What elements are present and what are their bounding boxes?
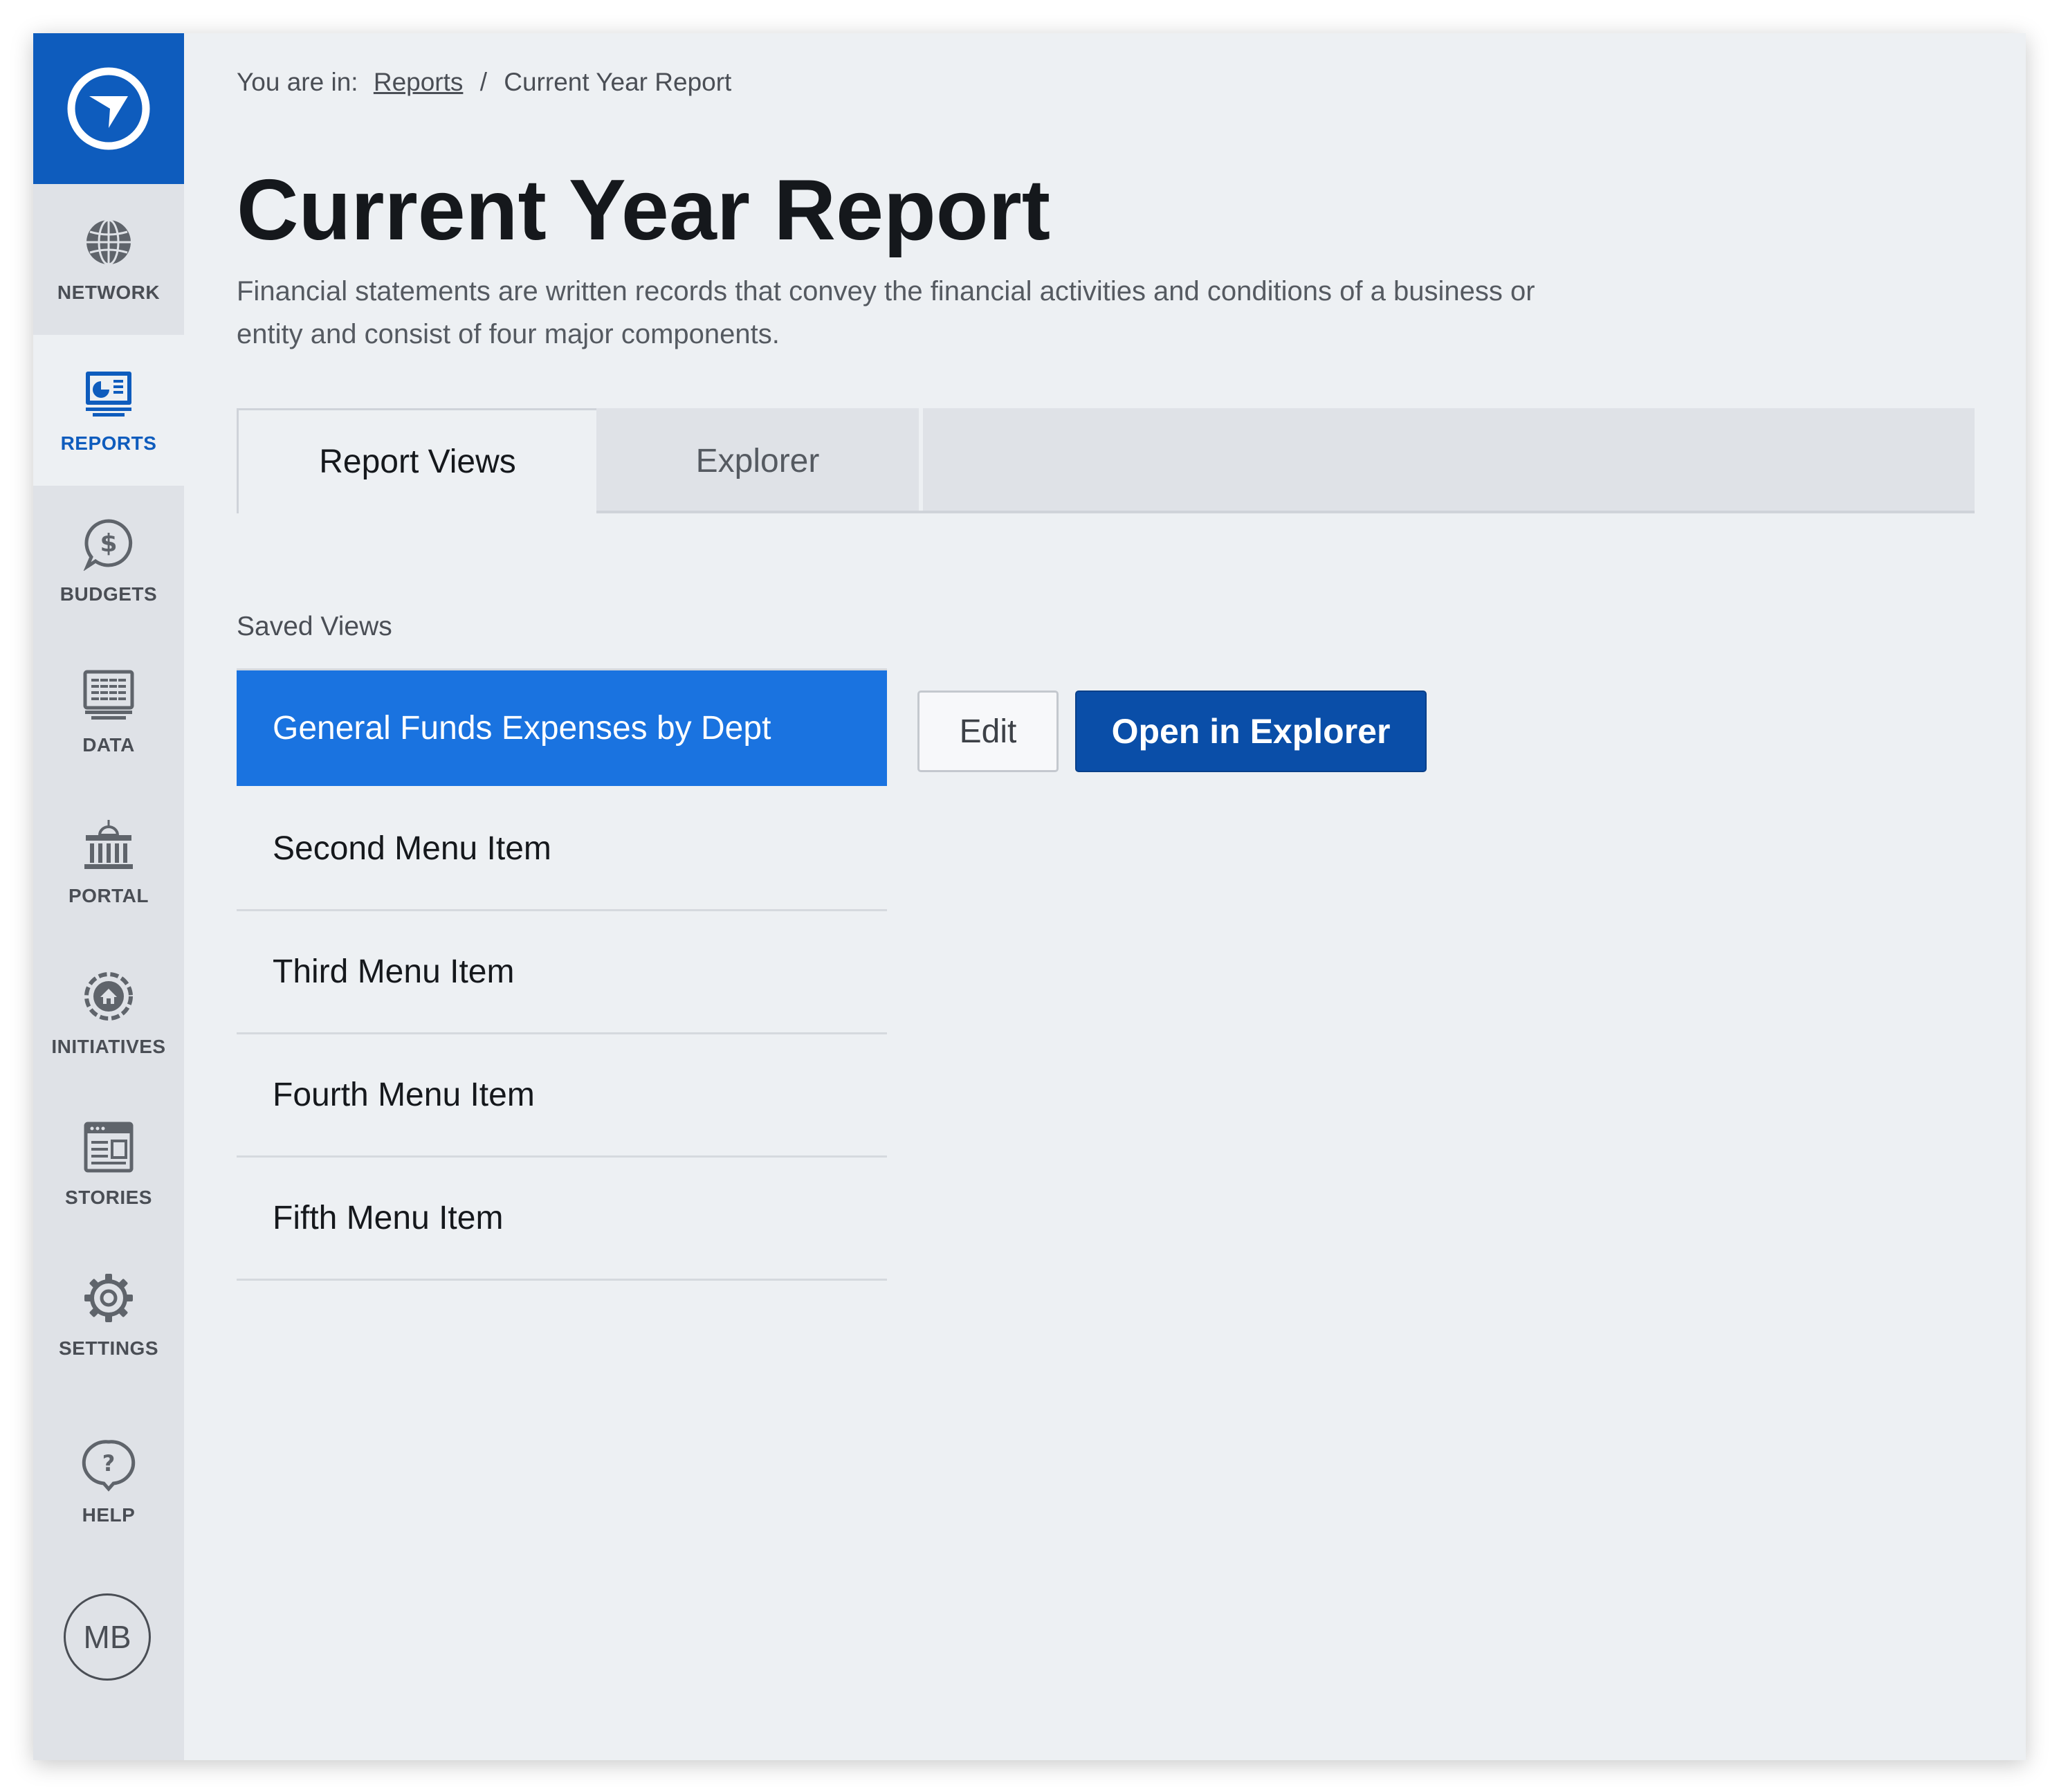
sidebar-item-network[interactable]: NETWORK [33,184,184,335]
tab-bar-divider [596,511,1975,513]
data-grid-icon [83,670,134,720]
sidebar-item-label: DATA [82,734,135,756]
breadcrumb-prefix: You are in: [237,68,358,96]
list-item[interactable]: General Funds Expenses by Dept [237,670,887,788]
report-chart-icon [86,372,131,417]
edit-button[interactable]: Edit [917,691,1059,772]
svg-text:$: $ [100,529,117,558]
user-avatar[interactable]: MB [64,1593,151,1681]
breadcrumb: You are in: Reports / Current Year Repor… [237,68,731,97]
saved-views-list: General Funds Expenses by Dept Second Me… [237,668,887,1281]
sidebar-item-help[interactable]: ? HELP [33,1407,184,1557]
sidebar-item-stories[interactable]: STORIES [33,1089,184,1240]
page-description: Financial statements are written records… [237,276,1535,349]
main-content: You are in: Reports / Current Year Repor… [237,33,2026,1760]
question-bubble-icon: ? [82,1440,136,1492]
logo-home-button[interactable] [33,33,184,184]
svg-text:?: ? [102,1450,116,1476]
sidebar-item-portal[interactable]: PORTAL [33,787,184,938]
sidebar-item-settings[interactable]: SETTINGS [33,1240,184,1391]
globe-icon [86,219,131,266]
compass-logo-icon [67,67,150,150]
sidebar-item-label: NETWORK [57,282,161,303]
sidebar-item-budgets[interactable]: $ BUDGETS [33,486,184,637]
sidebar-item-label: HELP [82,1504,136,1526]
list-item[interactable]: Second Menu Item [237,788,887,911]
saved-views-heading: Saved Views [237,612,392,641]
initiative-target-icon [84,972,133,1021]
tab-explorer[interactable]: Explorer [596,408,923,513]
sidebar-item-label: BUDGETS [60,583,158,605]
sidebar-item-label: INITIATIVES [51,1036,166,1057]
breadcrumb-current: Current Year Report [504,68,732,96]
open-in-explorer-button[interactable]: Open in Explorer [1075,691,1427,772]
sidebar-item-label: REPORTS [60,432,157,454]
tab-bar: Report Views Explorer [237,408,1975,513]
sidebar-item-data[interactable]: DATA [33,637,184,787]
story-page-icon [84,1122,134,1173]
app-window: NETWORK REPORTS $ BUDGETS DATA PORTAL IN… [33,33,2026,1760]
dollar-bubble-icon: $ [83,519,133,571]
sidebar-item-label: STORIES [65,1187,152,1208]
sidebar: NETWORK REPORTS $ BUDGETS DATA PORTAL IN… [33,33,184,1760]
sidebar-item-label: SETTINGS [58,1337,158,1359]
list-item[interactable]: Fifth Menu Item [237,1158,887,1281]
list-item[interactable]: Third Menu Item [237,911,887,1034]
breadcrumb-separator: / [479,68,487,96]
tab-report-views[interactable]: Report Views [237,408,596,513]
sidebar-item-reports[interactable]: REPORTS [33,335,184,486]
list-item[interactable]: Fourth Menu Item [237,1034,887,1158]
sidebar-item-initiatives[interactable]: INITIATIVES [33,938,184,1089]
breadcrumb-link-reports[interactable]: Reports [374,68,464,96]
page-title: Current Year Report [237,163,1051,258]
sidebar-item-label: PORTAL [68,885,149,906]
building-icon [84,820,133,869]
gear-icon [84,1274,133,1322]
